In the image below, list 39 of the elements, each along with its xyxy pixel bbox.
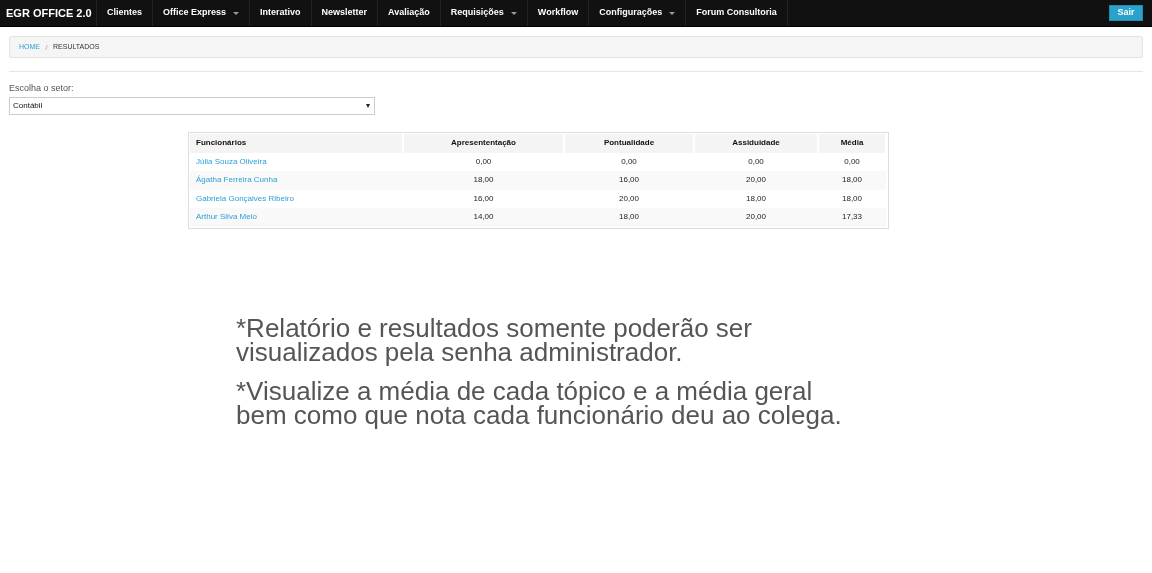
table-cell: 0,00 bbox=[694, 152, 818, 171]
table-cell: 0,00 bbox=[564, 152, 694, 171]
nav-item[interactable]: Workflow bbox=[527, 0, 590, 26]
caret-icon bbox=[510, 11, 517, 15]
nav-item[interactable]: Interativo bbox=[250, 0, 312, 26]
column-header: Média bbox=[818, 133, 886, 153]
nav-item[interactable]: Forum Consultoria bbox=[686, 0, 788, 26]
nav-item[interactable]: Clientes bbox=[97, 0, 153, 26]
nav-item[interactable]: Configurações bbox=[589, 0, 687, 26]
table-cell: 17,33 bbox=[818, 208, 886, 227]
column-header: Assiduidade bbox=[694, 133, 818, 153]
nav-item[interactable]: Newsletter bbox=[311, 0, 379, 26]
table-cell: 18,00 bbox=[564, 208, 694, 227]
table-cell: 18,00 bbox=[818, 171, 886, 190]
table-cell: 0,00 bbox=[403, 152, 564, 171]
table-cell: 0,00 bbox=[818, 152, 886, 171]
note-text: *Relatório e resultados somente poderão ser visualizados pela senha administrador. bbox=[236, 315, 753, 364]
table-cell: 16,00 bbox=[403, 189, 564, 208]
column-header: Apresententação bbox=[403, 133, 564, 153]
caret-icon bbox=[669, 11, 676, 15]
column-header: Funcionários bbox=[190, 133, 403, 153]
dropdown-arrow-icon bbox=[366, 103, 370, 108]
table-cell: 16,00 bbox=[564, 171, 694, 190]
field-label: Escolha o setor: bbox=[9, 82, 75, 95]
table-cell: 20,00 bbox=[564, 189, 694, 208]
nav-item[interactable]: Avaliação bbox=[378, 0, 441, 26]
brand-link[interactable]: EGR OFFICE 2.0 bbox=[0, 0, 97, 26]
caret-icon bbox=[233, 11, 240, 15]
nav-item[interactable]: Office Express bbox=[153, 0, 251, 26]
table-cell: 20,00 bbox=[694, 208, 818, 227]
column-header: Pontualidade bbox=[564, 133, 694, 153]
table-cell: 18,00 bbox=[694, 189, 818, 208]
table-cell: 20,00 bbox=[694, 171, 818, 190]
table-cell: 18,00 bbox=[818, 189, 886, 208]
nav-item[interactable]: Requisições bbox=[440, 0, 528, 26]
table-cell: 14,00 bbox=[403, 208, 564, 227]
sector-select[interactable]: Contábil bbox=[9, 96, 375, 115]
table-cell: 18,00 bbox=[403, 171, 564, 190]
note-text: *Visualize a média de cada tópico e a média geral bem como que nota cada funcionário deu ao colega. bbox=[236, 378, 843, 427]
